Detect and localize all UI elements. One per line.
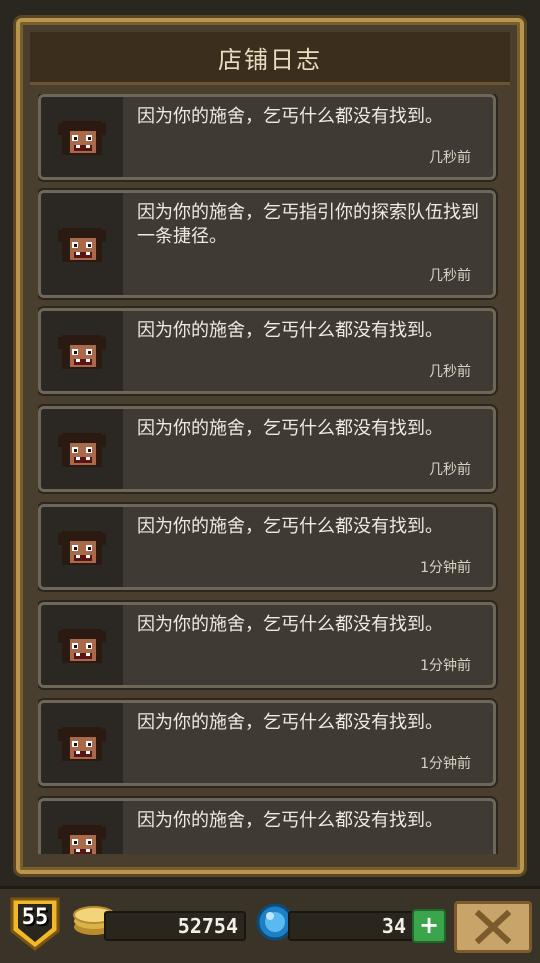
panel-header: 店铺日志 [30, 32, 510, 85]
beggar-face-icon [58, 629, 106, 663]
log-message: 因为你的施舍，乞丐什么都没有找到。 [137, 418, 443, 439]
coin-counter: 52754 [104, 911, 246, 941]
beggar-face-icon [58, 335, 106, 369]
beggar-avatar [41, 703, 123, 783]
log-timestamp: 1分钟前 [420, 658, 471, 674]
gem-value: 34 [381, 914, 406, 938]
beggar-avatar [41, 193, 123, 295]
log-message: 因为你的施舍，乞丐什么都没有找到。 [137, 810, 443, 831]
level-number: 55 [21, 905, 49, 930]
log-message: 因为你的施舍，乞丐什么都没有找到。 [137, 614, 443, 635]
beggar-face-icon [58, 531, 106, 565]
log-timestamp: 几秒前 [429, 462, 471, 478]
log-timestamp: 几秒前 [429, 268, 471, 284]
log-message: 因为你的施舍，乞丐指引你的探索队伍找到一条捷径。 [137, 202, 479, 247]
log-entry: 因为你的施舍，乞丐指引你的探索队伍找到一条捷径。几秒前 [38, 190, 496, 298]
beggar-avatar [41, 507, 123, 587]
beggar-avatar [41, 311, 123, 391]
close-button[interactable] [454, 901, 532, 953]
log-list[interactable]: 因为你的施舍，乞丐什么都没有找到。 几秒前 因为你的施舍，乞丐指引你的探索队伍找到一… [38, 94, 498, 854]
log-message: 因为你的施舍，乞丐什么都没有找到。 [137, 712, 443, 733]
log-entry: 因为你的施舍，乞丐什么都没有找到。 1分钟前 [38, 700, 496, 786]
add-gems-button[interactable]: + [412, 909, 446, 943]
log-timestamp: 1分钟前 [420, 560, 471, 576]
beggar-avatar [41, 97, 123, 177]
beggar-face-icon [58, 727, 106, 761]
log-entry: 因为你的施舍，乞丐什么都没有找到。几秒前 [38, 406, 496, 492]
beggar-avatar [41, 605, 123, 685]
gem-counter: 34 [288, 911, 414, 941]
log-timestamp: 1分钟前 [420, 756, 471, 772]
page-title: 店铺日志 [218, 45, 322, 74]
log-entry: 因为你的施舍，乞丐什么都没有找到。 [38, 798, 496, 854]
log-message: 因为你的施舍，乞丐什么都没有找到。 [137, 320, 443, 341]
coin-value: 52754 [177, 914, 238, 938]
log-message: 因为你的施舍，乞丐什么都没有找到。 [137, 516, 443, 537]
beggar-face-icon [58, 228, 106, 262]
log-timestamp: 几秒前 [429, 364, 471, 380]
beggar-avatar [41, 801, 123, 854]
level-badge: 55 [8, 895, 62, 951]
log-entry: 因为你的施舍，乞丐什么都没有找到。几秒前 [38, 94, 496, 180]
log-entry: 因为你的施舍，乞丐什么都没有找到。 1分钟前 [38, 602, 496, 688]
log-message: 因为你的施舍，乞丐什么都没有找到。 [137, 106, 443, 127]
log-entry: 因为你的施舍，乞丐什么都没有找到。 1分钟前 [38, 504, 496, 590]
close-x-icon [474, 910, 512, 944]
beggar-avatar [41, 409, 123, 489]
log-timestamp: 几秒前 [429, 150, 471, 166]
beggar-face-icon [58, 825, 106, 854]
beggar-face-icon [58, 121, 106, 155]
bottom-bar: 55 52754 34 + [0, 886, 540, 963]
beggar-face-icon [58, 433, 106, 467]
log-entry: 因为你的施舍，乞丐什么都没有找到。几秒前 [38, 308, 496, 394]
